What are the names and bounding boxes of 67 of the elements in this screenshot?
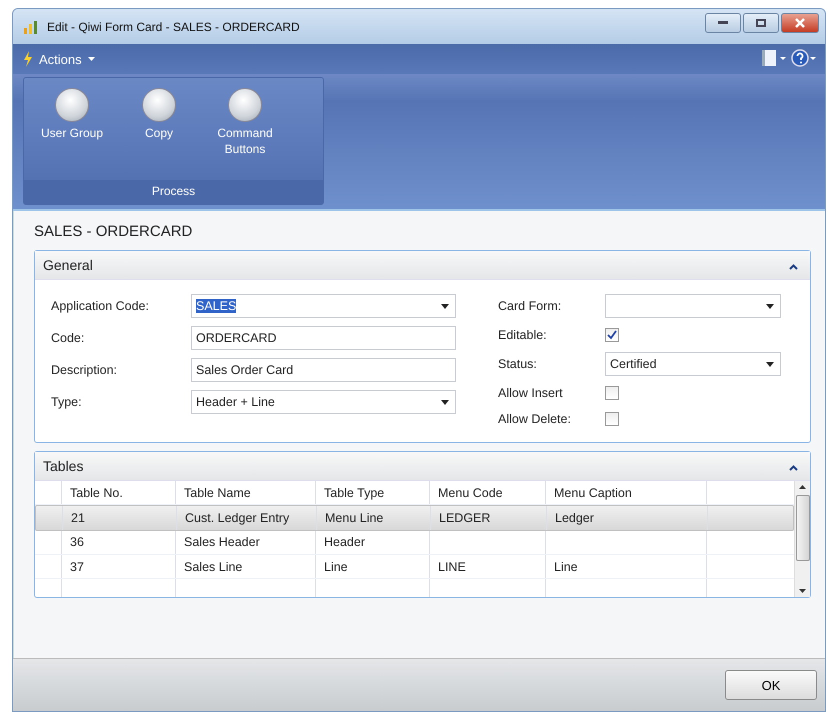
field-label: Allow Insert	[498, 386, 564, 400]
caret-icon	[766, 362, 774, 366]
lightning-icon	[23, 51, 33, 67]
field-label: Editable:	[498, 328, 548, 342]
help-menu-button[interactable]	[789, 48, 819, 70]
field-label: Status:	[498, 357, 538, 371]
column-header[interactable]: Menu Caption	[546, 481, 707, 504]
column-header[interactable]: Table Name	[176, 481, 316, 504]
caret-icon	[441, 400, 449, 404]
dropdown-field[interactable]: SALES	[191, 294, 456, 318]
scrollbar[interactable]	[794, 481, 810, 597]
column-header[interactable]: Table Type	[316, 481, 430, 504]
minimize-icon	[718, 21, 728, 25]
table-cell: Line	[546, 554, 707, 578]
dropdown-field[interactable]	[605, 294, 781, 318]
table-cell: 21	[63, 506, 177, 530]
table-cell: Menu Line	[317, 506, 431, 530]
scroll-up-icon	[799, 485, 806, 489]
ribbon-button[interactable]: Copy	[120, 88, 198, 180]
chevron-icon	[789, 264, 798, 270]
field-label: Allow Delete:	[498, 412, 572, 426]
maximize-icon	[756, 19, 766, 27]
dropdown-field[interactable]: Header + Line	[191, 390, 456, 414]
table-cell: Line	[316, 554, 430, 578]
table-row[interactable]: 36 Sales Header Header	[35, 530, 794, 555]
ribbon-button[interactable]: Command Buttons	[206, 88, 284, 180]
field-label: Card Form:	[498, 299, 562, 313]
chevron-icon	[789, 464, 798, 470]
caret-icon	[766, 304, 774, 308]
table-cell: LEDGER	[431, 506, 547, 530]
table-cell: Sales Header	[176, 530, 316, 554]
field-label: Code:	[51, 331, 86, 345]
table-cell: 37	[62, 554, 176, 578]
table-cell: Cust. Ledger Entry	[177, 506, 317, 530]
checkbox[interactable]	[605, 386, 619, 400]
column-header[interactable]: Table No.	[62, 481, 176, 504]
field-label: Application Code:	[51, 299, 150, 313]
group-label: Process	[24, 180, 323, 204]
section-title: Tables	[43, 458, 84, 474]
table-row[interactable]: 37 Sales Line Line LINE Line	[35, 554, 794, 580]
caret-icon	[88, 57, 95, 61]
minimize-button[interactable]	[705, 13, 741, 33]
field-label: Type:	[51, 395, 83, 409]
table-cell: Ledger	[547, 506, 708, 530]
table-row[interactable]: 21 Cust. Ledger Entry Menu Line LEDGER Ledger	[35, 505, 794, 531]
maximize-button[interactable]	[743, 13, 779, 33]
input-field[interactable]: ORDERCARD	[191, 326, 456, 350]
close-button[interactable]	[781, 13, 819, 33]
table-cell: 36	[62, 530, 176, 554]
caret-icon	[441, 304, 449, 308]
section-title: General	[43, 257, 93, 273]
ok-button[interactable]: OK	[725, 670, 817, 700]
checkbox[interactable]	[605, 412, 619, 426]
table-cell: Header	[316, 530, 430, 554]
ribbon-button[interactable]: User Group	[32, 88, 112, 180]
input-field[interactable]: Sales Order Card	[191, 358, 456, 382]
table-cell: Sales Line	[176, 554, 316, 578]
actions-menu[interactable]: Actions	[23, 51, 95, 67]
table-cell: LINE	[430, 554, 546, 578]
scroll-down-icon	[799, 589, 806, 593]
close-icon	[795, 18, 805, 28]
field-label: Description:	[51, 363, 118, 377]
dropdown-field[interactable]: Certified	[605, 352, 781, 376]
page-title: SALES - ORDERCARD	[34, 222, 194, 242]
column-header[interactable]: Menu Code	[430, 481, 546, 504]
window-title: Edit - Qiwi Form Card - SALES - ORDERCARD	[47, 20, 300, 34]
checkbox[interactable]	[605, 328, 619, 342]
